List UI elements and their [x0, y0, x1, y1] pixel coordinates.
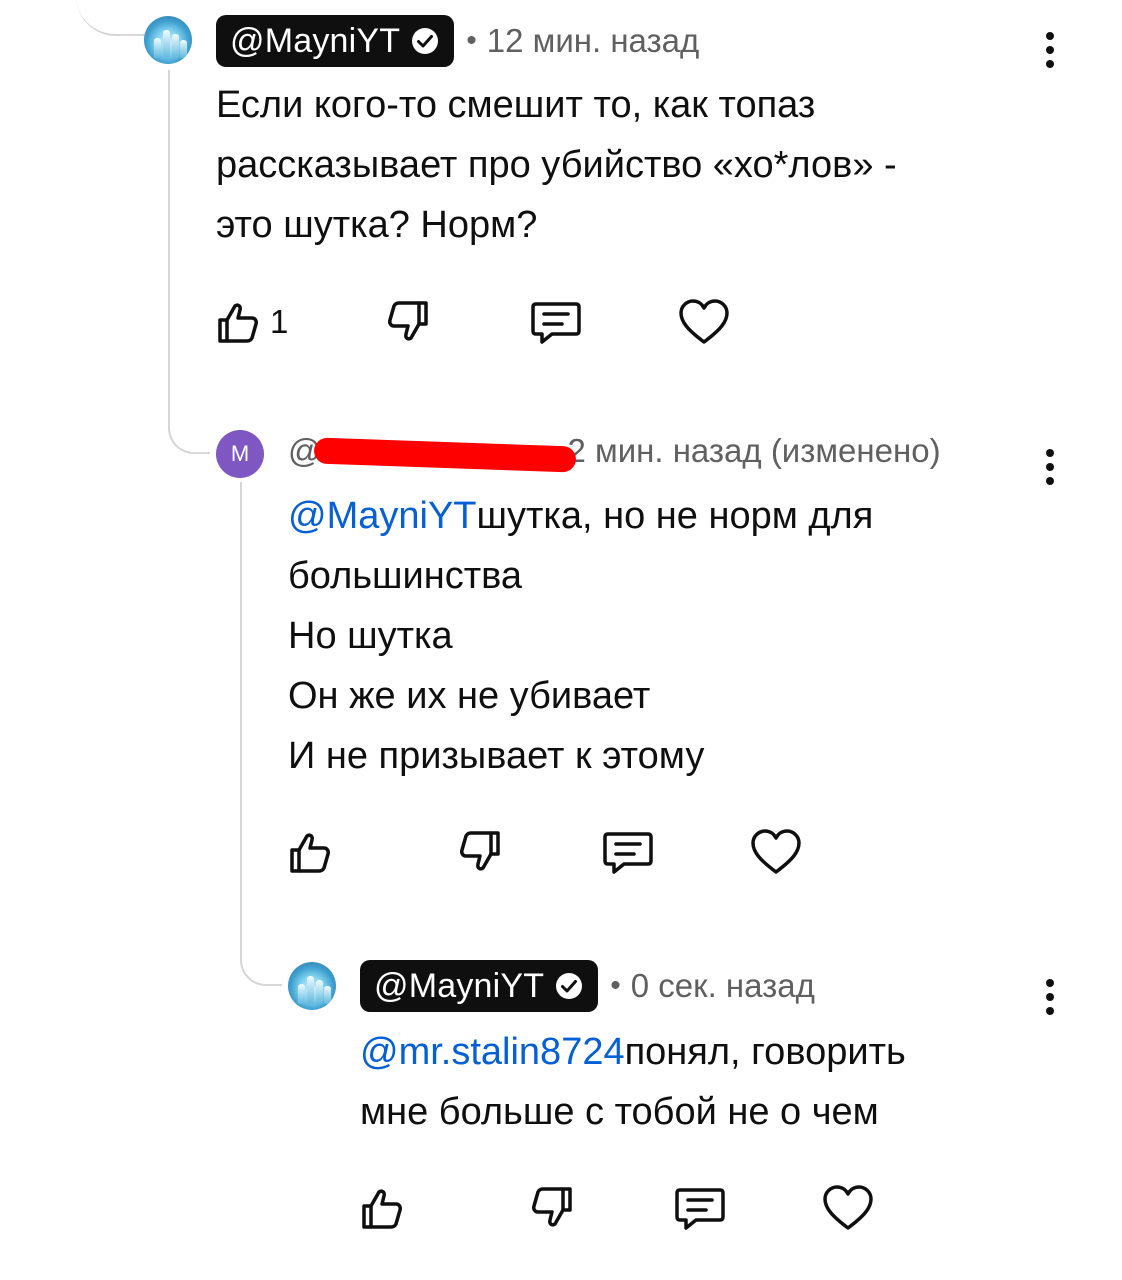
mention-link[interactable]: @MayniYT	[288, 495, 477, 537]
mention-link[interactable]: @mr.stalin8724	[360, 1031, 625, 1073]
dislike-button[interactable]	[456, 828, 504, 876]
comment-text-line: это шутка? Норм?	[216, 204, 538, 246]
reply-button[interactable]	[602, 828, 654, 878]
separator-dot: •	[610, 969, 621, 1002]
avatar[interactable]: M	[216, 430, 264, 478]
thumbs-up-icon	[362, 1189, 402, 1229]
heart-icon	[679, 299, 729, 344]
separator-dot: •	[466, 24, 477, 57]
more-options-button[interactable]	[1035, 25, 1065, 75]
like-button[interactable]: 1	[214, 298, 288, 346]
comment-header: @MayniYT • 0 сек. назад	[360, 960, 815, 1012]
heart-icon	[751, 829, 801, 874]
thumbs-down-icon	[460, 831, 500, 871]
comment-text-line: рассказывает про убийство «хо*лов» -	[216, 144, 897, 186]
comment-text-line: понял, говорить	[624, 1031, 906, 1073]
author-chip[interactable]: @MayniYT	[216, 15, 455, 67]
comment-text: Если кого-то смешит то, как топаз расска…	[216, 75, 897, 255]
reply-button[interactable]	[674, 1184, 726, 1234]
comment-text-line: Если кого-то смешит то, как топаз	[216, 84, 816, 126]
comment-text-line: шутка, но не норм для	[476, 495, 874, 537]
thumbs-up-icon	[290, 833, 330, 873]
thumbs-up-icon	[218, 303, 258, 343]
comment-time: 12 мин. назад	[486, 22, 700, 59]
comment-text-line: Но шутка	[288, 615, 453, 657]
thumbs-down-icon	[388, 301, 428, 341]
avatar-letter: M	[230, 441, 250, 466]
like-count: 1	[270, 303, 289, 340]
verified-check-icon	[554, 971, 584, 1001]
avatar[interactable]	[144, 16, 192, 64]
dislike-button[interactable]	[384, 298, 432, 346]
comment-text-line: большинства	[288, 555, 523, 597]
comment-time: 2 мин. назад (изменено)	[567, 432, 941, 469]
reply-button[interactable]	[530, 298, 582, 348]
comment-text: @MayniYTшутка, но не норм для большинств…	[288, 486, 873, 786]
heart-button[interactable]	[822, 1184, 874, 1232]
heart-icon	[823, 1185, 873, 1230]
comment-text-line: Он же их не убивает	[288, 675, 651, 717]
reply-comment-icon	[531, 302, 581, 344]
more-options-button[interactable]	[1035, 972, 1065, 1022]
dislike-button[interactable]	[528, 1184, 576, 1232]
heart-button[interactable]	[750, 828, 802, 876]
comment-text: @mr.stalin8724понял, говорить мне больше…	[360, 1022, 906, 1142]
comment-text-line: И не призывает к этому	[288, 735, 705, 777]
heart-button[interactable]	[678, 298, 730, 346]
author-chip[interactable]: @MayniYT	[360, 960, 599, 1012]
comment-3: @MayniYT • 0 сек. назад @mr.stalin8724по…	[0, 950, 1122, 1280]
comment-text-line: мне больше с тобой не о чем	[360, 1091, 879, 1133]
comment-1: @MayniYT • 12 мин. назад Если кого-то см…	[0, 0, 1122, 380]
more-options-button[interactable]	[1035, 442, 1065, 492]
comment-time: 0 сек. назад	[630, 967, 815, 1004]
like-button[interactable]	[286, 828, 334, 876]
author-name: @MayniYT	[374, 966, 545, 1005]
comment-2: M @ 2 мин. назад (изменено) @MayniYTшутк…	[0, 420, 1122, 890]
like-button[interactable]	[358, 1184, 406, 1232]
thumbs-down-icon	[532, 1187, 572, 1227]
avatar[interactable]	[288, 962, 336, 1010]
more-vert-icon	[1046, 979, 1054, 987]
comment-header: @MayniYT • 12 мин. назад	[216, 15, 699, 67]
reply-comment-icon	[675, 1188, 725, 1230]
verified-check-icon	[410, 26, 440, 56]
more-vert-icon	[1046, 32, 1054, 40]
reply-comment-icon	[603, 832, 653, 874]
author-name: @MayniYT	[230, 21, 401, 60]
more-vert-icon	[1046, 449, 1054, 457]
